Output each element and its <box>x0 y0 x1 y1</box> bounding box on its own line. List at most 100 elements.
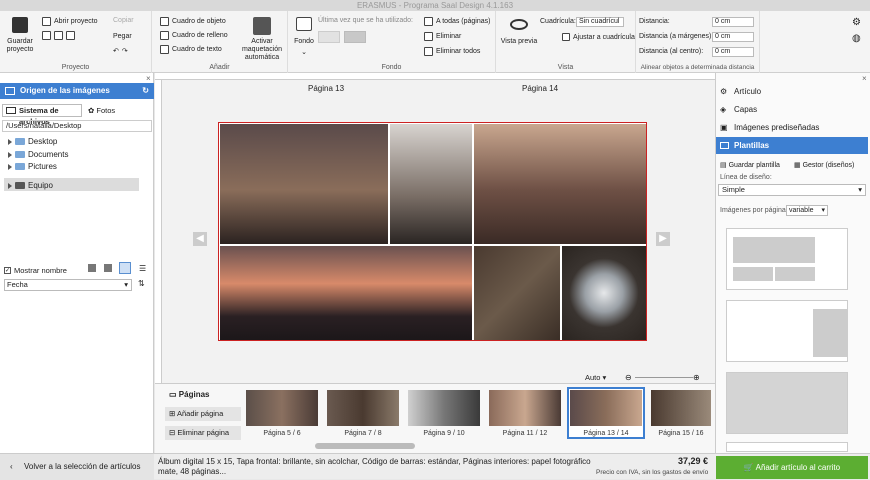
add-to-cart-button[interactable]: 🛒 Añadir artículo al carrito <box>716 456 868 479</box>
photo-seine-sunset[interactable] <box>220 246 472 340</box>
photo-dome-interior[interactable] <box>562 246 646 340</box>
refresh-icon[interactable]: ↻ <box>142 83 149 99</box>
apply-all-pages-button[interactable]: A todas (páginas) <box>424 17 490 26</box>
group-fondo: Fondo ⌄ Última vez que se ha utilizado: … <box>288 11 496 73</box>
open-project-button[interactable]: Abrir proyecto <box>42 17 98 26</box>
close-icon[interactable]: × <box>862 74 867 83</box>
settings-icon: ⚙ <box>720 87 728 96</box>
distance-margin-input[interactable]: 0 cm <box>712 32 754 42</box>
panel-item-capas[interactable]: ◈ Capas <box>716 101 868 118</box>
template-thumbnail[interactable] <box>726 228 848 290</box>
paste-button[interactable]: Pegar <box>113 33 132 40</box>
delete-background-button[interactable]: Eliminar <box>424 32 461 41</box>
panel-item-clipart[interactable]: ▣ Imágenes prediseñadas <box>716 119 868 136</box>
page-canvas: Página 13 Página 14 ◀ ▶ Auto ▾ ⊖ ⊕ <box>155 73 715 383</box>
folder-icon <box>15 138 25 145</box>
page-thumbnail[interactable] <box>408 390 480 426</box>
tree-item-documents[interactable]: Documents <box>8 150 68 159</box>
window-title: ERASMUS - Programa Saal Design 4.1.163 <box>0 0 870 11</box>
save-template-button[interactable]: ▤ Guardar plantilla <box>720 161 780 169</box>
undo-redo[interactable]: ↶ ↷ <box>113 47 128 55</box>
design-manager-button[interactable]: ▦ Gestor (diseños) <box>794 161 854 169</box>
zoom-slider[interactable] <box>635 377 693 378</box>
zoom-select[interactable]: Auto ▾ <box>585 373 606 382</box>
show-names-checkbox[interactable]: ✓ Mostrar nombre <box>4 266 67 275</box>
page-thumbnail[interactable] <box>651 390 711 426</box>
view-grid-icon[interactable] <box>119 262 131 274</box>
template-thumbnail[interactable] <box>726 372 848 434</box>
design-line-select[interactable]: Simple ▾ <box>718 184 866 196</box>
zoom-in-icon[interactable]: ⊕ <box>693 373 700 382</box>
grid-select[interactable]: Sin cuadrícul <box>576 17 624 27</box>
page-thumbnail-label: Página 15 / 16 <box>658 430 704 437</box>
page-thumbnail[interactable] <box>246 390 318 426</box>
bottom-bar: ‹ Volver a la selección de artículos Álbu… <box>0 453 870 480</box>
template-slot <box>775 267 815 281</box>
view-list-icon[interactable]: ☰ <box>139 264 146 273</box>
photo-sacre-coeur[interactable] <box>220 124 388 244</box>
tree-item-desktop[interactable]: Desktop <box>8 137 57 146</box>
background-swatch[interactable] <box>344 31 366 43</box>
product-description: Álbum digital 15 x 15, Tapa frontal: bri… <box>158 457 591 476</box>
globe-icon[interactable]: ◍ <box>852 33 861 44</box>
preview-button[interactable]: Vista previa <box>500 38 538 46</box>
back-to-articles-button[interactable]: ‹ Volver a la selección de artículos <box>0 454 154 480</box>
zoom-out-icon[interactable]: ⊖ <box>625 373 632 382</box>
filmstrip-scrollbar[interactable] <box>315 443 415 449</box>
page-thumbnail[interactable] <box>570 390 642 426</box>
panel-title: Origen de las imágenes ↻ <box>0 83 154 99</box>
auto-layout-button[interactable]: Activar maquetación automática <box>236 38 288 62</box>
page-thumbnail[interactable] <box>327 390 399 426</box>
text-box-button[interactable]: Cuadro de texto <box>160 45 222 54</box>
view-large-icon[interactable] <box>88 264 96 272</box>
sort-direction-icon[interactable]: ⇅ <box>138 279 145 288</box>
distance-center-input[interactable]: 0 cm <box>712 47 754 57</box>
chevron-down-icon[interactable]: ⌄ <box>294 49 314 57</box>
page-thumbnail-label: Página 7 / 8 <box>344 430 382 437</box>
fill-box-button[interactable]: Cuadro de relleno <box>160 31 228 40</box>
tree-item-pictures[interactable]: Pictures <box>8 162 57 171</box>
distance-margin-label: Distancia (a márgenes): <box>639 33 714 40</box>
design-line-label: Línea de diseño: <box>720 174 772 181</box>
distance-input[interactable]: 0 cm <box>712 17 754 27</box>
next-page-arrow-icon[interactable]: ▶ <box>656 232 670 246</box>
photo-basilica-branches[interactable] <box>474 124 646 244</box>
sort-select[interactable]: Fecha ▾ <box>4 279 132 291</box>
close-icon[interactable]: × <box>146 74 151 83</box>
photo-cobblestones[interactable] <box>474 246 560 340</box>
page-spread[interactable] <box>218 122 647 341</box>
settings-icon[interactable]: ⚙ <box>852 17 861 28</box>
tab-file-system[interactable]: Sistema de archivos <box>2 104 82 126</box>
copy-button[interactable]: Copiar <box>113 17 134 24</box>
small-tool-buttons[interactable] <box>42 31 75 40</box>
path-field[interactable]: /Users/natalia/Desktop <box>2 120 152 132</box>
photos-icon: ✿ <box>88 106 95 115</box>
photo-street[interactable] <box>390 124 472 244</box>
object-box-button[interactable]: Cuadro de objeto <box>160 17 226 26</box>
delete-all-backgrounds-button[interactable]: Eliminar todos <box>424 47 480 56</box>
save-icon <box>12 17 28 33</box>
fill-box-icon <box>160 31 169 40</box>
delete-page-button[interactable]: ⊟ Eliminar página <box>165 426 241 440</box>
panel-item-articulo[interactable]: ⚙ Artículo <box>716 83 868 100</box>
template-thumbnail[interactable] <box>726 442 848 452</box>
images-per-page-select[interactable]: variable ▾ <box>786 205 828 216</box>
tree-item-equipo[interactable]: Equipo <box>8 181 53 190</box>
properties-panel: × ⚙ Artículo ◈ Capas ▣ Imágenes prediseñada… <box>715 73 870 453</box>
group-vista: Vista previa Cuadrícula: Sin cuadrícul A… <box>496 11 636 73</box>
auto-layout-icon <box>253 17 271 35</box>
image-source-panel: × Origen de las imágenes ↻ Sistema de ar… <box>0 73 154 453</box>
page-thumbnail[interactable] <box>489 390 561 426</box>
view-medium-icon[interactable] <box>104 264 112 272</box>
snap-to-grid-checkbox[interactable]: Ajustar a cuadrícula <box>562 33 635 41</box>
save-project-button[interactable]: Guardar proyecto <box>2 38 38 54</box>
folder-icon <box>15 151 25 158</box>
background-swatch[interactable] <box>318 31 340 43</box>
add-page-button[interactable]: ⊞ Añadir página <box>165 407 241 421</box>
tab-photos[interactable]: ✿ Fotos <box>88 104 115 117</box>
template-thumbnail[interactable] <box>726 300 848 362</box>
prev-page-arrow-icon[interactable]: ◀ <box>193 232 207 246</box>
background-button[interactable]: Fondo <box>290 38 318 46</box>
group-align: Distancia: 0 cm Distancia (a márgenes): … <box>636 11 760 73</box>
panel-item-plantillas[interactable]: Plantillas <box>716 137 868 154</box>
